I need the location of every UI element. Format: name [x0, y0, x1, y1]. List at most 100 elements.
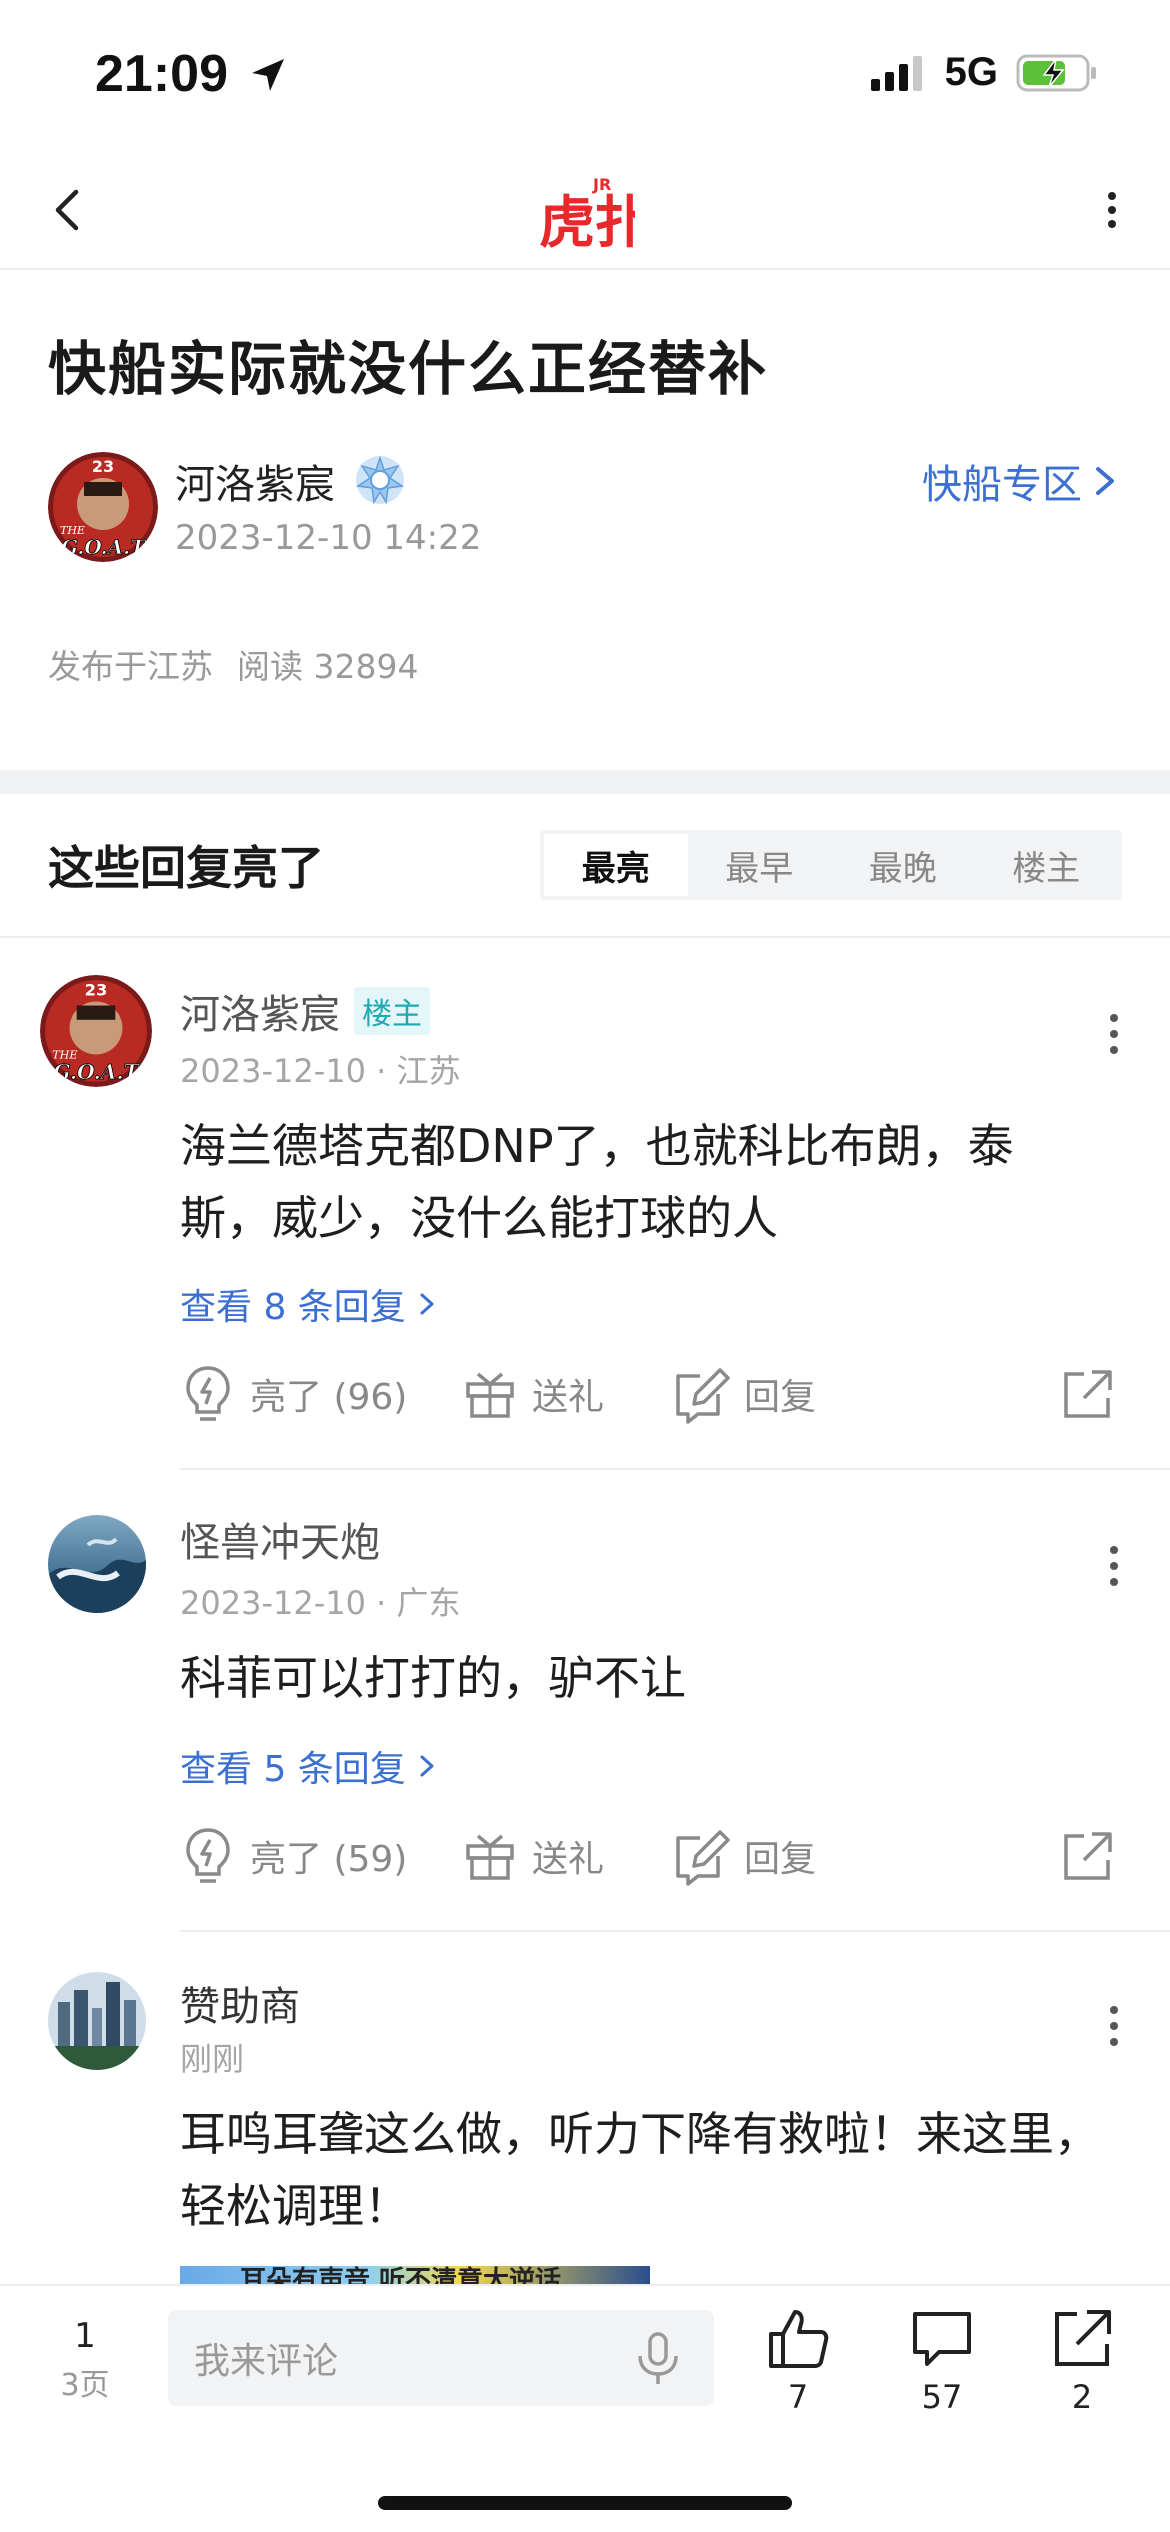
- tab-brightest[interactable]: 最亮: [544, 834, 688, 896]
- comment-text: 科菲可以打打的，驴不让: [180, 1651, 686, 1705]
- comment-meta: 2023-12-10 · 广东: [180, 1584, 461, 1622]
- page-total: 3页: [60, 2368, 110, 2403]
- comment-author: 赞助商: [180, 1974, 300, 2032]
- comment-author-name[interactable]: 怪兽冲天炮: [180, 1510, 380, 1568]
- location-arrow-icon: [252, 59, 285, 91]
- reply-label: 回复: [744, 1377, 817, 1418]
- light-button[interactable]: 亮了 (96): [180, 1354, 407, 1434]
- tab-earliest[interactable]: 最早: [688, 834, 832, 896]
- goat-avatar-image: 23 THE G.O.A.T: [40, 975, 152, 1087]
- comment-meta: 刚刚: [180, 2040, 245, 2078]
- logo-sup-text: JR: [592, 175, 611, 194]
- reply-button[interactable]: 回复: [670, 1354, 816, 1434]
- lightbulb-icon: [186, 1828, 230, 1883]
- avatar-goat-text: G.O.A.T: [53, 1060, 140, 1084]
- comment-actions: 亮了 (59) 送礼 回复: [180, 1816, 1130, 1896]
- comment-avatar[interactable]: [48, 1515, 146, 1613]
- more-vertical-icon[interactable]: [1104, 1536, 1124, 1596]
- network-type: 5G: [944, 50, 998, 94]
- home-indicator[interactable]: [378, 2496, 792, 2510]
- comment-author-name[interactable]: 河洛紫宸: [180, 982, 340, 1040]
- edit-reply-icon: [676, 1830, 730, 1886]
- comment-count: 57: [921, 2378, 963, 2416]
- ad-banner-text: 耳朵有声音 听不清意大逆话: [240, 2266, 562, 2286]
- comment-meta: 2023-12-10 · 江苏: [180, 1052, 461, 1090]
- gift-icon: [466, 1372, 514, 1418]
- back-arrow-icon[interactable]: [36, 178, 100, 242]
- gift-button[interactable]: 送礼: [462, 1816, 604, 1896]
- light-button[interactable]: 亮了 (59): [180, 1816, 407, 1896]
- comment-bubble-icon: [913, 2312, 971, 2366]
- page-current: 1: [74, 2316, 96, 2356]
- op-badge: 楼主: [354, 987, 430, 1035]
- battery-charging-icon: [1016, 54, 1096, 91]
- comments-button[interactable]: 57: [892, 2306, 992, 2416]
- section-link-label: 快船专区: [922, 462, 1082, 508]
- edit-reply-icon: [676, 1368, 730, 1424]
- share-icon: [1064, 1832, 1112, 1880]
- share-button[interactable]: [1060, 1354, 1116, 1434]
- like-post-button[interactable]: 7: [748, 2306, 848, 2416]
- tab-latest[interactable]: 最晚: [831, 834, 975, 896]
- post-location: 发布于江苏: [48, 647, 213, 686]
- avatar-number-text: 23: [92, 457, 114, 476]
- microphone-icon[interactable]: [628, 2328, 688, 2388]
- city-avatar-image: [48, 1972, 146, 2070]
- gift-label: 送礼: [532, 1839, 605, 1880]
- share-icon: [1055, 2310, 1111, 2366]
- chevron-right-icon: [420, 1755, 434, 1777]
- post-title: 快船实际就没什么正经替补: [48, 335, 769, 403]
- section-link[interactable]: 快船专区: [922, 452, 1120, 510]
- cellular-signal-icon: [870, 55, 922, 91]
- view-replies-link[interactable]: 查看 5 条回复: [180, 1740, 438, 1792]
- share-post-button[interactable]: 2: [1032, 2306, 1132, 2416]
- avatar-number-text: 23: [85, 980, 108, 999]
- page-indicator[interactable]: 1 3页: [40, 2316, 130, 2404]
- thumbs-up-icon: [769, 2310, 829, 2368]
- gift-label: 送礼: [532, 1377, 605, 1418]
- hupu-logo: 虎扑 JR: [535, 168, 651, 256]
- section-separator: [0, 770, 1170, 794]
- lightbulb-icon: [186, 1366, 230, 1421]
- divider: [180, 1468, 1170, 1470]
- sponsor-text[interactable]: 耳鸣耳聋这么做，听力下降有救啦！来这里，轻松调理！: [180, 2098, 1100, 2242]
- more-vertical-icon[interactable]: [1104, 1004, 1124, 1064]
- light-count: 亮了 (59): [250, 1839, 408, 1880]
- share-button[interactable]: [1060, 1816, 1116, 1896]
- share-icon: [1064, 1370, 1112, 1418]
- gift-button[interactable]: 送礼: [462, 1354, 604, 1434]
- tab-op-only[interactable]: 楼主: [975, 834, 1119, 896]
- comment-avatar[interactable]: 23 THE G.O.A.T: [40, 975, 152, 1087]
- author-avatar[interactable]: 23 THE G.O.A.T: [48, 452, 158, 562]
- nav-bar: 虎扑 JR: [0, 150, 1170, 270]
- more-vertical-icon[interactable]: [1092, 178, 1132, 242]
- comment-text: 海兰德塔克都DNP了，也就科比布朗，泰斯，威少，没什么能打球的人: [180, 1119, 1014, 1245]
- sponsor-name[interactable]: 赞助商: [180, 1974, 300, 2032]
- level-badge-icon: [355, 455, 405, 505]
- author-name[interactable]: 河洛紫宸: [175, 452, 335, 510]
- status-time-text: 21:09: [95, 45, 228, 103]
- status-right: 5G: [870, 50, 1100, 95]
- ad-banner-image[interactable]: 耳朵有声音 听不清意大逆话: [180, 2266, 650, 2286]
- divider: [180, 1930, 1170, 1932]
- share-count: 2: [1071, 2378, 1093, 2416]
- reply-button[interactable]: 回复: [670, 1816, 816, 1896]
- wave-avatar-image: [48, 1515, 146, 1613]
- comment-avatar[interactable]: [48, 1972, 146, 2070]
- post-meta: 发布于江苏 阅读 32894: [48, 640, 418, 688]
- post-time: 2023-12-10 14:22: [175, 518, 482, 558]
- comment-input-placeholder: 我来评论: [194, 2341, 339, 2382]
- comment-author: 河洛紫宸 楼主: [180, 982, 430, 1040]
- hupu-logo-icon: 虎扑 JR: [539, 175, 651, 256]
- comment-input[interactable]: 我来评论: [168, 2310, 714, 2406]
- more-vertical-icon[interactable]: [1104, 1996, 1124, 2056]
- sort-tabs: 最亮 最早 最晚 楼主: [540, 830, 1122, 900]
- view-replies-label: 查看 5 条回复: [180, 1749, 406, 1790]
- status-time: 21:09: [95, 44, 288, 104]
- view-replies-link[interactable]: 查看 8 条回复: [180, 1278, 438, 1330]
- avatar-goat-text: G.O.A.T: [61, 535, 147, 559]
- reply-label: 回复: [744, 1839, 817, 1880]
- status-bar: 21:09 5G: [0, 0, 1170, 150]
- chevron-right-icon: [1096, 467, 1114, 495]
- gift-icon: [466, 1834, 514, 1880]
